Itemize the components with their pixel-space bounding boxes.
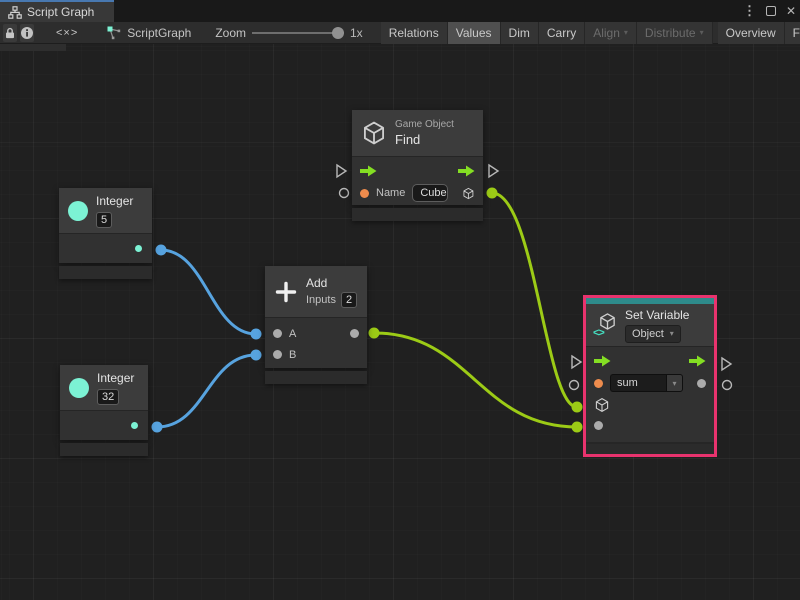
zoom-label: Zoom [215,26,246,40]
add-icon [274,280,298,304]
node-footer [352,208,483,221]
integer-type-icon [68,201,88,221]
values-button[interactable]: Values [448,22,501,44]
flow-in-arrow-icon[interactable] [360,165,377,177]
canvas-corner-notch [0,44,66,51]
variable-name-dropdown[interactable]: sum ▾ [610,374,683,392]
maximize-icon[interactable] [766,6,776,16]
node-title: Integer [96,194,133,208]
lock-button[interactable] [3,24,17,42]
carry-button[interactable]: Carry [539,22,585,44]
name-value-field[interactable]: Cube [412,184,448,202]
port-b-label: B [289,349,296,361]
chevron-down-icon: ▾ [670,329,674,338]
dim-button[interactable]: Dim [501,22,539,44]
chevron-down-icon: ▾ [672,379,676,388]
fullscreen-button[interactable]: Full Screen [785,22,800,44]
node-footer [60,443,148,456]
node-set-variable[interactable]: <> Set Variable Object ▾ [583,295,717,457]
integer-output-port[interactable] [135,245,142,252]
node-add[interactable]: Add Inputs 2 A B [265,266,367,384]
zoom-value: 1x [350,26,363,40]
relations-button[interactable]: Relations [381,22,448,44]
set-variable-icon: <> [593,312,617,338]
node-integer-5[interactable]: Integer 5 [59,188,152,279]
variable-name-input-port[interactable] [594,379,603,388]
chevron-down-icon: ▾ [624,28,628,37]
zoom-slider-thumb[interactable] [332,27,344,39]
add-input-b-port[interactable] [273,350,282,359]
add-output-port[interactable] [350,329,359,338]
add-input-a-port[interactable] [273,329,282,338]
zoom-slider[interactable] [252,32,344,34]
info-button[interactable] [20,24,34,42]
edit-code-button[interactable]: <×> [56,24,78,42]
unity-script-graph-window: Script Graph ⋮ ✕ <×> [0,0,800,600]
port-a-label: A [289,328,296,340]
node-title: Set Variable [625,308,689,322]
graph-toolbar: <×> ScriptGraph Zoom 1x Relations Values… [0,22,800,44]
close-icon[interactable]: ✕ [786,4,796,18]
zoom-control: Zoom 1x [215,26,362,40]
integer-value-field[interactable]: 5 [96,212,112,228]
flow-in-arrow-icon[interactable] [594,355,611,367]
node-title: Find [395,132,454,147]
inputs-count-field[interactable]: 2 [341,292,357,308]
node-category: Game Object [395,119,454,130]
node-integer-32[interactable]: Integer 32 [60,365,148,456]
node-footer [59,266,152,279]
value-output-port[interactable] [697,379,706,388]
graph-identity: ScriptGraph [106,25,191,41]
node-title: Add [306,276,357,290]
tab-title: Script Graph [27,5,94,19]
name-label: Name [376,187,405,199]
integer-output-port[interactable] [131,422,138,429]
lock-icon [3,26,17,40]
graph-name-label: ScriptGraph [127,26,191,40]
align-button[interactable]: Align▾ [585,22,637,44]
game-object-output-port[interactable] [462,185,475,202]
hierarchy-icon [8,6,22,19]
value-input-port[interactable] [594,421,603,430]
variable-scope-dropdown[interactable]: Object ▾ [625,325,681,343]
inputs-label: Inputs [306,294,336,306]
game-object-cube-icon [361,120,387,146]
node-footer [265,371,367,384]
flow-out-arrow-icon[interactable] [458,165,475,177]
code-angle-icon: <> [593,328,604,338]
overview-button[interactable]: Overview [718,22,785,44]
info-icon [20,26,34,40]
tab-script-graph[interactable]: Script Graph [0,0,114,22]
toolbar-toggle-group: Relations Values Dim Carry Align▾ Distri… [381,22,800,44]
window-controls: ⋮ ✕ [743,0,796,22]
tab-bar: Script Graph ⋮ ✕ [0,0,800,22]
object-input-port[interactable] [594,397,610,413]
flow-out-arrow-icon[interactable] [689,355,706,367]
integer-type-icon [69,378,89,398]
integer-value-field[interactable]: 32 [97,389,119,405]
name-input-port[interactable] [360,189,369,198]
chevron-down-icon: ▾ [700,28,704,37]
node-game-object-find[interactable]: Game Object Find Name Cube [352,110,483,221]
graph-icon [106,25,122,41]
distribute-button[interactable]: Distribute▾ [637,22,713,44]
window-menu-icon[interactable]: ⋮ [743,3,756,19]
node-footer [586,444,714,454]
node-title: Integer [97,371,134,385]
